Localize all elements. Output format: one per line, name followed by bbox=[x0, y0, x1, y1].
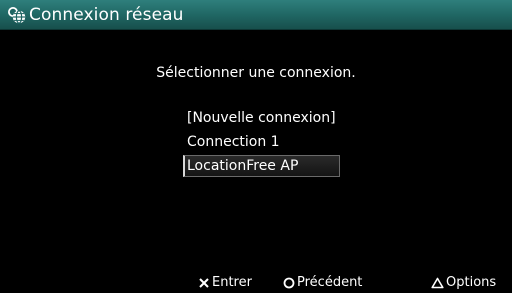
enter-hint[interactable]: Entrer bbox=[198, 272, 252, 293]
button-hints-bar: Entrer Précédent Options bbox=[0, 272, 512, 293]
options-hint[interactable]: Options bbox=[431, 272, 496, 293]
connection-prompt: Sélectionner une connexion. bbox=[156, 65, 356, 81]
options-label: Options bbox=[446, 275, 497, 290]
connection-item-locationfree-ap[interactable]: LocationFree AP bbox=[183, 155, 340, 177]
window-title: Connexion réseau bbox=[29, 5, 184, 25]
cross-button-icon bbox=[198, 277, 212, 289]
title-bar: Connexion réseau bbox=[0, 0, 512, 30]
connection-item-connection-1[interactable]: Connection 1 bbox=[183, 131, 340, 153]
triangle-button-icon bbox=[431, 277, 446, 289]
connection-item-new[interactable]: [Nouvelle connexion] bbox=[183, 107, 340, 129]
enter-label: Entrer bbox=[212, 275, 252, 290]
network-globe-icon bbox=[7, 6, 27, 24]
circle-button-icon bbox=[283, 277, 297, 289]
connection-list: [Nouvelle connexion] Connection 1 Locati… bbox=[183, 107, 340, 179]
back-label: Précédent bbox=[297, 275, 363, 290]
psp-network-screen: Connexion réseau Sélectionner une connex… bbox=[0, 0, 512, 293]
back-hint[interactable]: Précédent bbox=[283, 272, 362, 293]
